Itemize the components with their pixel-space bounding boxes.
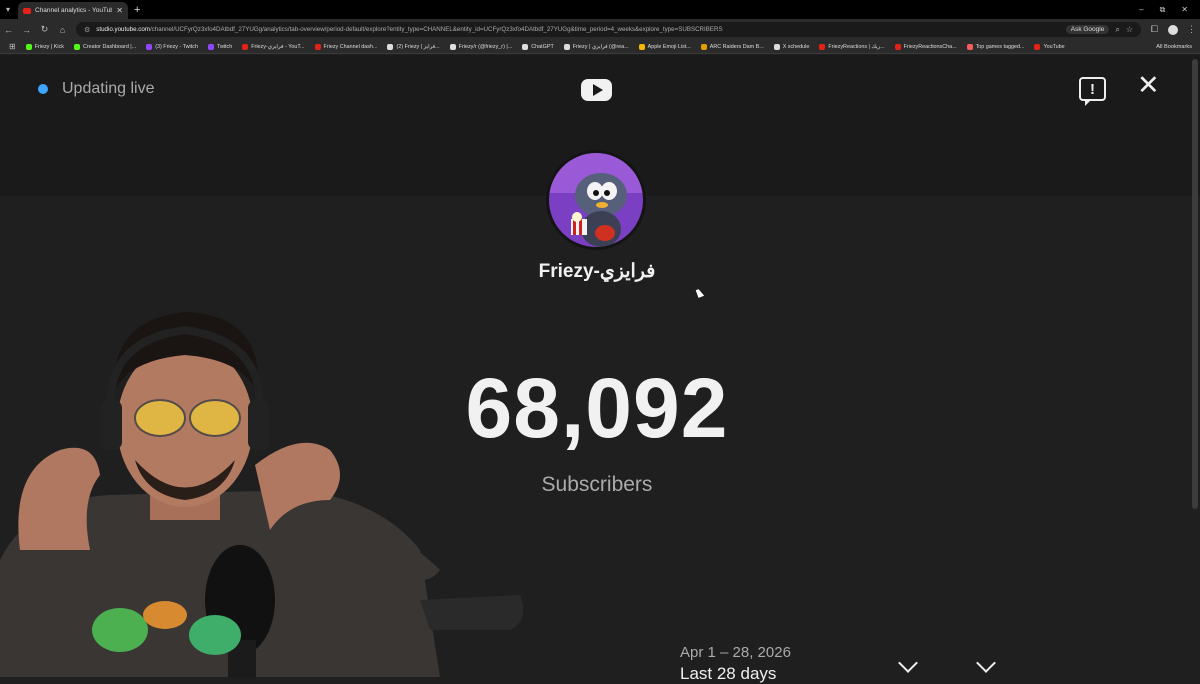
zoom-icon[interactable]: ⌕ bbox=[1115, 25, 1119, 35]
live-label: Updating live bbox=[62, 80, 155, 97]
channel-name: Friezy-فرايزي bbox=[538, 261, 656, 282]
bookmark-label: Twitch bbox=[216, 43, 233, 50]
bookmark-item[interactable]: Friezy | Kick bbox=[21, 43, 69, 50]
studio-realtime-page: Updating live ! ✕ Friezy-فرايزي 68,092 S… bbox=[0, 55, 1200, 683]
bookmark-item[interactable]: Creator Dashboard |... bbox=[69, 43, 141, 50]
chevron-down-icon[interactable] bbox=[976, 653, 996, 673]
bookmark-favicon-icon bbox=[773, 43, 780, 50]
bookmark-item[interactable]: Top games tagged... bbox=[962, 43, 1030, 50]
channel-avatar-image bbox=[549, 153, 643, 247]
bookmark-favicon-icon bbox=[700, 43, 707, 50]
new-tab-icon[interactable]: + bbox=[134, 4, 140, 16]
bookmark-favicon-icon bbox=[563, 43, 570, 50]
bookmark-item[interactable]: ARC Raiders Dam B... bbox=[696, 43, 769, 50]
bookmark-favicon-icon bbox=[819, 43, 826, 50]
forward-icon[interactable]: → bbox=[22, 25, 31, 35]
bookmark-label: Friezy | Kick bbox=[34, 43, 64, 50]
mouse-cursor-icon bbox=[695, 288, 705, 298]
bookmark-favicon-icon bbox=[638, 43, 645, 50]
live-indicator: Updating live bbox=[38, 80, 155, 98]
bookmark-favicon-icon bbox=[966, 43, 973, 50]
ask-google-button[interactable]: Ask Google bbox=[1065, 25, 1110, 34]
period-selector[interactable]: Last 28 days bbox=[680, 664, 776, 684]
browser-tab-bar: ▾ Channel analytics - YouTube St ✕ + – ⧉… bbox=[0, 0, 1200, 19]
address-bar[interactable]: ⚙ studio.youtube.com/channel/UCFyrQz3xfo… bbox=[76, 22, 1141, 37]
bookmark-label: (2) Friezy | فرايز... bbox=[396, 43, 440, 50]
bookmark-label: Friezy-فرايزي - YouT... bbox=[251, 43, 305, 50]
extensions-icon[interactable]: ⧠ bbox=[1150, 24, 1159, 35]
bookmark-label: Friezy Channel dash... bbox=[323, 43, 378, 50]
chevron-down-icon[interactable] bbox=[898, 653, 918, 673]
bookmark-favicon-icon bbox=[25, 43, 32, 50]
channel-avatar bbox=[546, 150, 646, 250]
site-info-icon[interactable]: ⚙ bbox=[84, 26, 90, 34]
bookmark-item[interactable]: YouTube bbox=[1029, 43, 1069, 50]
bookmark-favicon-icon bbox=[1034, 43, 1041, 50]
bookmark-item[interactable]: Friezy | فرايزي (@rea... bbox=[559, 43, 634, 50]
bookmark-label: Friezy | فرايزي (@rea... bbox=[572, 43, 629, 50]
feedback-icon[interactable]: ! bbox=[1079, 77, 1106, 106]
menu-icon[interactable]: ⋮ bbox=[1187, 24, 1196, 35]
bookmark-item[interactable]: Friezy-فرايزي - YouT... bbox=[237, 43, 309, 50]
bookmark-favicon-icon bbox=[449, 43, 456, 50]
bookmark-item[interactable]: (3) Friezy - Twitch bbox=[141, 43, 203, 50]
restore-icon[interactable]: ⧉ bbox=[1160, 5, 1166, 15]
bookmark-label: ChatGPT bbox=[531, 43, 554, 50]
bookmark-favicon-icon bbox=[894, 43, 901, 50]
bookmark-label: Friezy/r (@friezy_r) |... bbox=[458, 43, 513, 50]
window-controls: – ⧉ ✕ bbox=[1139, 5, 1200, 15]
bookmark-favicon-icon bbox=[207, 43, 214, 50]
bookmark-favicon-icon bbox=[314, 43, 321, 50]
bookmark-item[interactable]: (2) Friezy | فرايز... bbox=[382, 43, 444, 50]
bookmark-label: Top games tagged... bbox=[975, 43, 1025, 50]
back-icon[interactable]: ← bbox=[4, 25, 13, 35]
live-dot-icon bbox=[38, 84, 48, 94]
page-scrollbar[interactable] bbox=[1192, 59, 1198, 509]
bookmark-label: X schedule bbox=[782, 43, 810, 50]
youtube-favicon-icon bbox=[23, 7, 31, 14]
bookmark-label: YouTube bbox=[1043, 43, 1065, 50]
bookmark-favicon-icon bbox=[387, 43, 394, 50]
bookmark-item[interactable]: ChatGPT bbox=[517, 43, 558, 50]
reload-icon[interactable]: ↻ bbox=[40, 24, 49, 35]
bookmark-label: Creator Dashboard |... bbox=[82, 43, 137, 50]
bookmark-star-icon[interactable]: ☆ bbox=[1126, 25, 1133, 34]
bookmark-label: (3) Friezy - Twitch bbox=[155, 43, 198, 50]
apps-icon[interactable]: ⊞ bbox=[4, 42, 21, 51]
bookmark-favicon-icon bbox=[522, 43, 529, 50]
period-date-range[interactable]: Apr 1 – 28, 2026 bbox=[680, 644, 791, 661]
close-icon[interactable]: ✕ bbox=[1137, 72, 1160, 99]
bookmark-favicon-icon bbox=[146, 43, 153, 50]
bookmark-item[interactable]: FriezyReactions | ريك... bbox=[814, 43, 889, 50]
bookmark-label: ARC Raiders Dam B... bbox=[709, 43, 764, 50]
bookmark-item[interactable]: Friezy Channel dash... bbox=[310, 43, 383, 50]
tab-title: Channel analytics - YouTube St bbox=[35, 7, 113, 14]
bookmark-item[interactable]: Friezy/r (@friezy_r) |... bbox=[445, 43, 518, 50]
youtube-logo-icon[interactable] bbox=[581, 79, 612, 101]
tab-channel-analytics[interactable]: Channel analytics - YouTube St ✕ bbox=[18, 2, 128, 19]
bookmarks-bar: ⊞ Friezy | Kick Creator Dashboard |... (3)… bbox=[0, 40, 1200, 54]
close-window-icon[interactable]: ✕ bbox=[1181, 5, 1188, 15]
home-icon[interactable]: ⌂ bbox=[58, 25, 67, 35]
url-text[interactable]: studio.youtube.com/channel/UCFyrQz3xfo4D… bbox=[96, 26, 1059, 33]
bookmark-favicon-icon bbox=[242, 43, 249, 50]
bookmark-item[interactable]: Twitch bbox=[203, 43, 237, 50]
bookmark-item[interactable]: Apple Emoji List... bbox=[634, 43, 696, 50]
bookmark-label: FriezyReactions | ريك... bbox=[828, 43, 885, 50]
bookmark-item[interactable]: X schedule bbox=[769, 43, 815, 50]
bookmark-favicon-icon bbox=[73, 43, 80, 50]
browser-nav-bar: ← → ↻ ⌂ ⚙ studio.youtube.com/channel/UCF… bbox=[0, 19, 1200, 40]
all-bookmarks-button[interactable]: All Bookmarks bbox=[1156, 44, 1196, 50]
bookmark-label: Apple Emoji List... bbox=[647, 43, 691, 50]
bookmark-label: FriezyReactionsCha... bbox=[903, 43, 957, 50]
streamer-webcam-overlay bbox=[0, 312, 524, 677]
tab-search-icon[interactable]: ▾ bbox=[0, 0, 16, 19]
bookmark-item[interactable]: FriezyReactionsCha... bbox=[890, 43, 962, 50]
profile-avatar-icon[interactable] bbox=[1168, 24, 1178, 35]
tab-close-icon[interactable]: ✕ bbox=[116, 6, 123, 15]
minimize-icon[interactable]: – bbox=[1139, 5, 1143, 15]
